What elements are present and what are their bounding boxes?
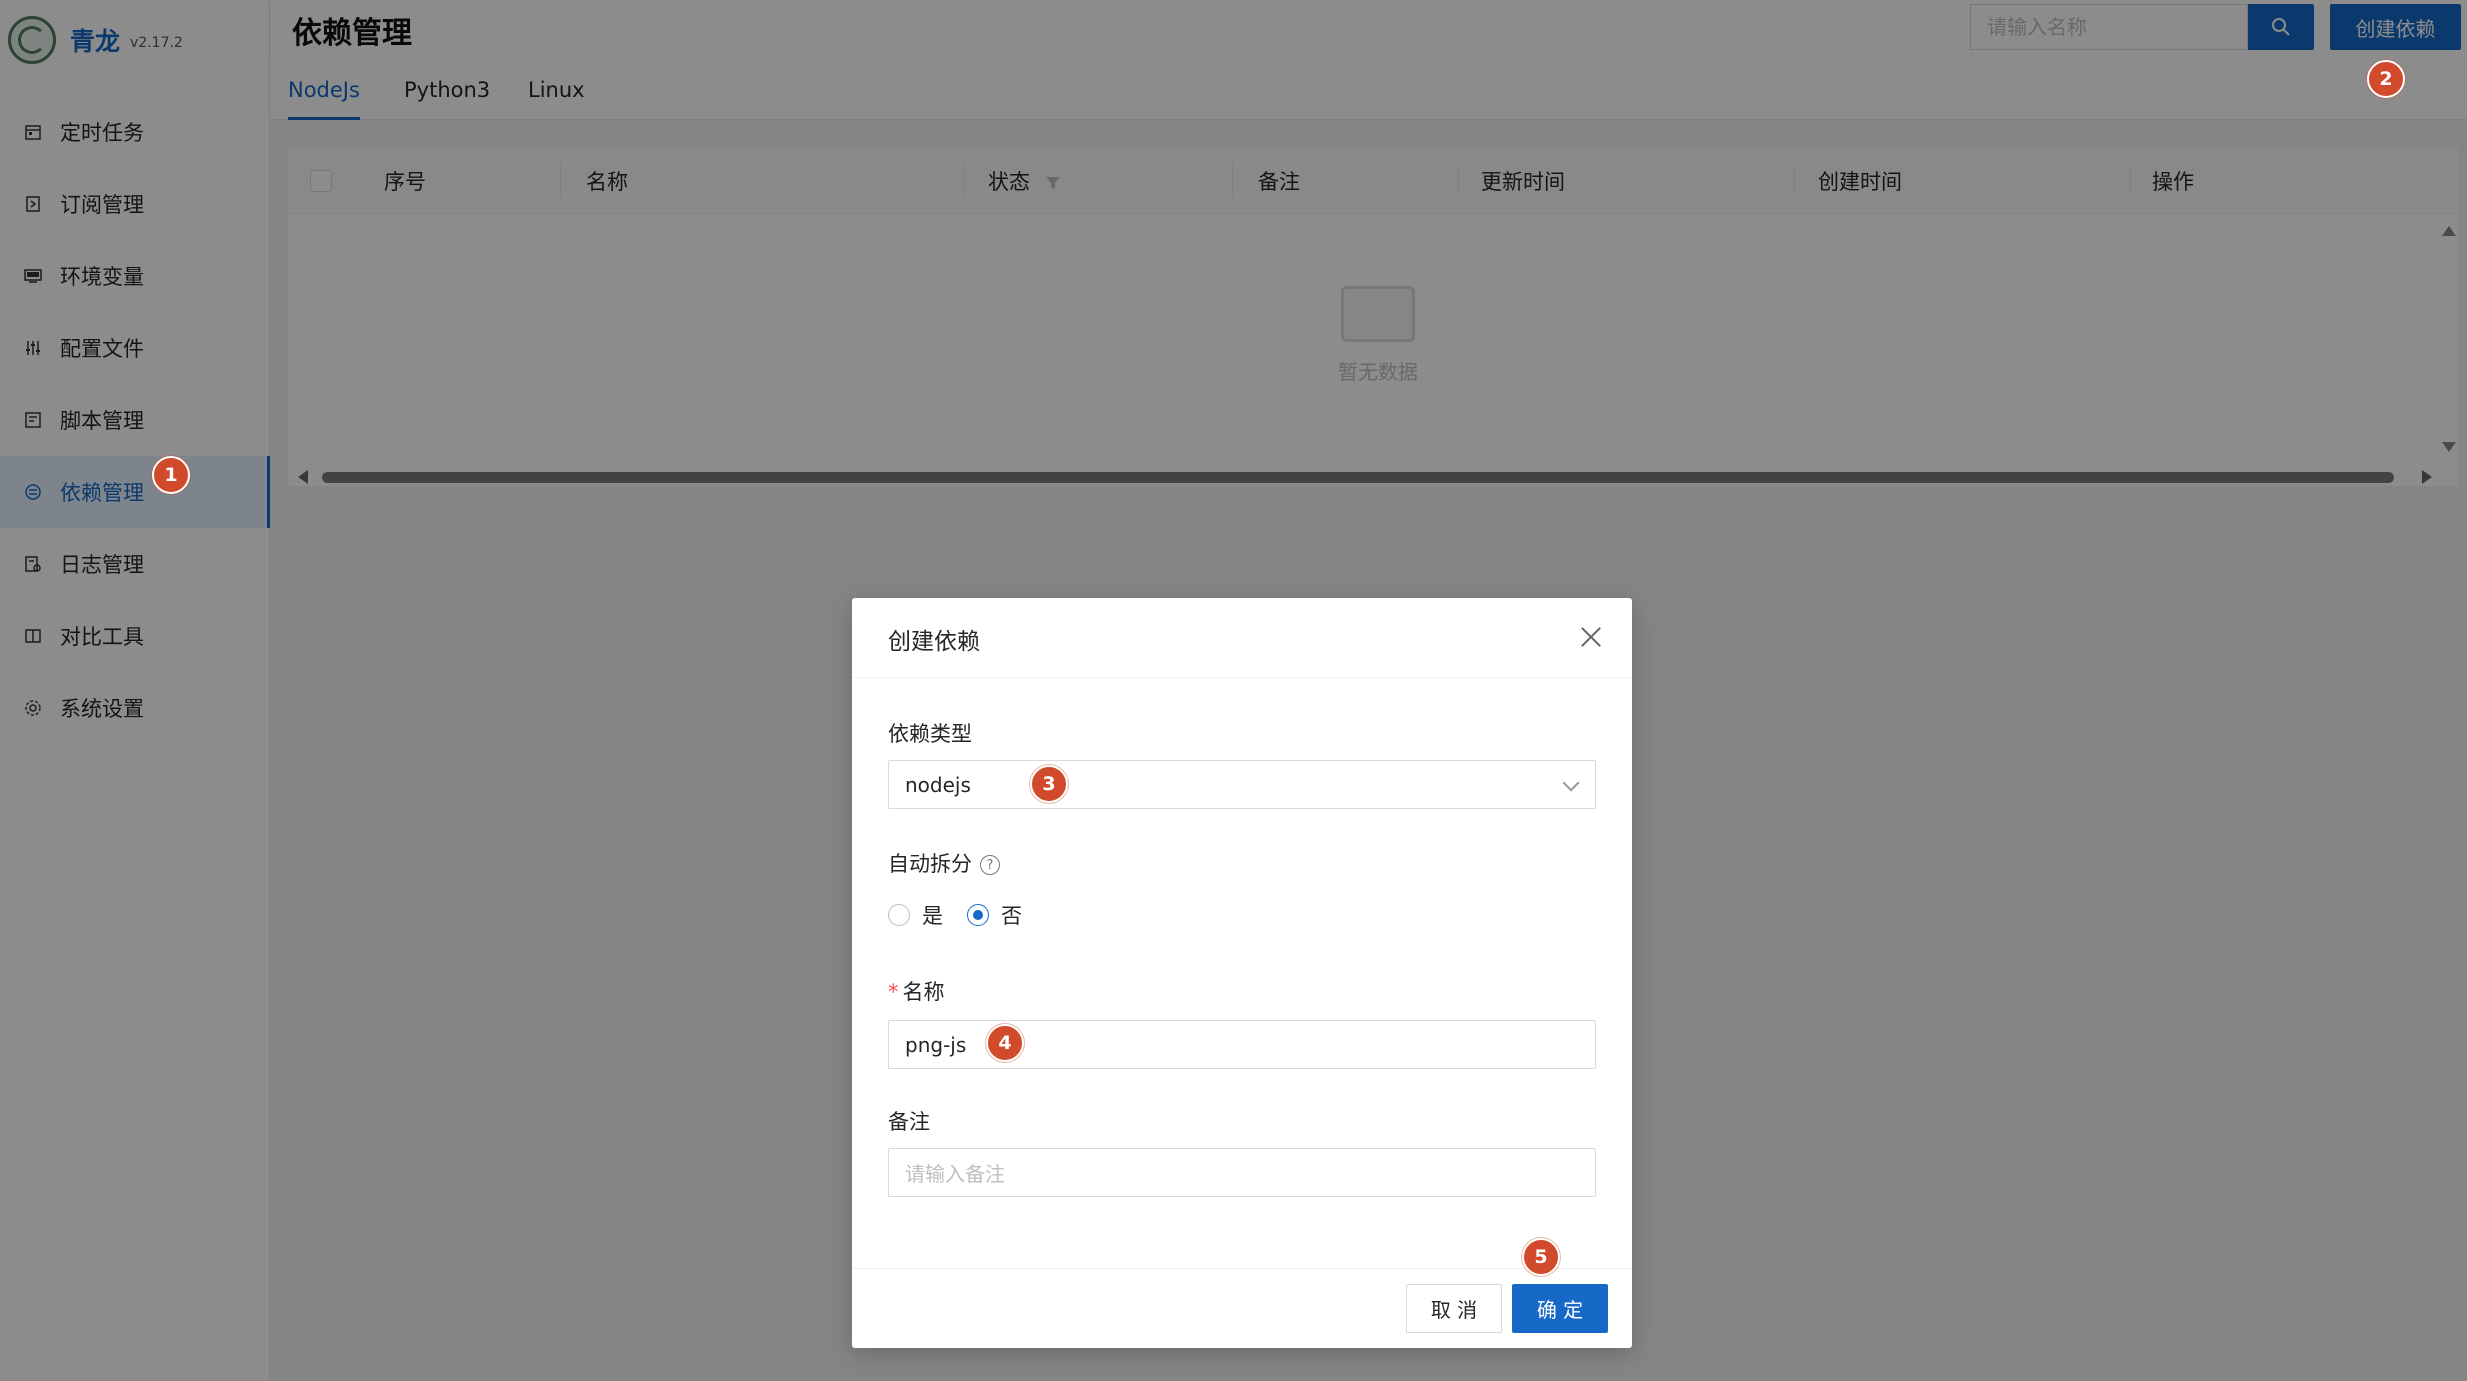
remark-placeholder: 请输入备注 xyxy=(905,1162,1005,1186)
remark-label: 备注 xyxy=(888,1110,930,1134)
modal-footer: 取 消 确 定 xyxy=(852,1268,1632,1348)
dependency-type-select[interactable]: nodejs xyxy=(888,760,1596,809)
radio-yes-label[interactable]: 是 xyxy=(922,900,943,930)
required-mark: * xyxy=(888,980,899,1004)
dependency-type-value: nodejs xyxy=(905,772,971,797)
auto-split-label: 自动拆分? xyxy=(888,848,1000,878)
name-input-value: png-js xyxy=(905,1032,967,1057)
confirm-button[interactable]: 确 定 xyxy=(1512,1284,1608,1333)
step-marker-2: 2 xyxy=(2367,60,2405,98)
step-marker-1: 1 xyxy=(152,456,190,494)
dependency-type-label: 依赖类型 xyxy=(888,722,972,746)
step-marker-3: 3 xyxy=(1030,765,1068,803)
radio-yes[interactable] xyxy=(888,904,910,926)
name-label-text: 名称 xyxy=(902,980,945,1004)
remark-input[interactable]: 请输入备注 xyxy=(888,1148,1596,1197)
name-label: * 名称 xyxy=(888,976,945,1006)
radio-no[interactable] xyxy=(967,904,989,926)
create-dependency-modal: 创建依赖 依赖类型 nodejs 自动拆分? 是 否 * 名称 png-js 备注… xyxy=(852,598,1632,1348)
close-icon[interactable] xyxy=(1578,624,1604,650)
chevron-down-icon xyxy=(1562,774,1580,792)
question-icon[interactable]: ? xyxy=(980,855,1000,875)
radio-no-label[interactable]: 否 xyxy=(1001,900,1022,930)
step-marker-5: 5 xyxy=(1522,1238,1560,1276)
auto-split-radio-group: 是 否 xyxy=(888,900,1046,930)
modal-header: 创建依赖 xyxy=(852,598,1632,678)
step-marker-4: 4 xyxy=(986,1024,1024,1062)
cancel-button[interactable]: 取 消 xyxy=(1406,1284,1502,1333)
auto-split-label-text: 自动拆分 xyxy=(888,852,972,876)
modal-title: 创建依赖 xyxy=(888,629,980,655)
